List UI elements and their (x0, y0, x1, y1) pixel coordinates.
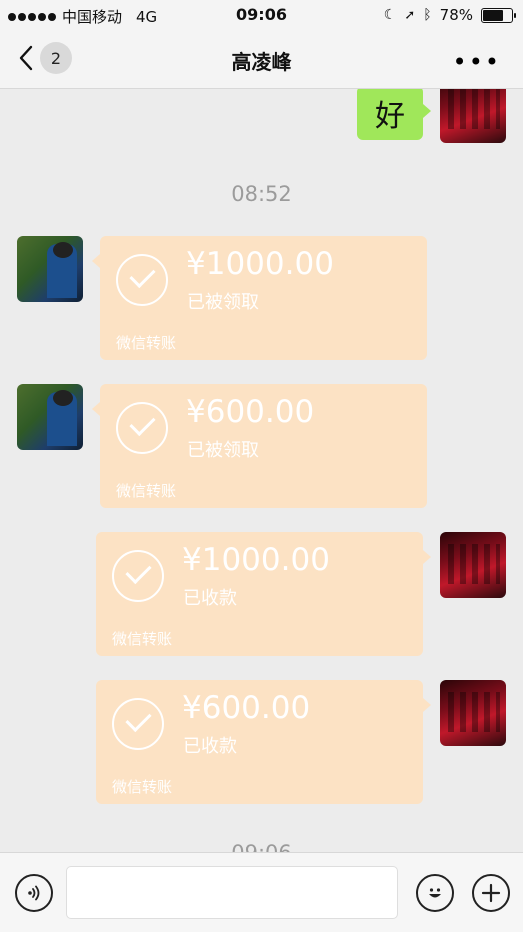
transfer-status: 已收款 (183, 588, 237, 609)
bluetooth-icon: ᛒ (423, 7, 432, 23)
contact-avatar[interactable] (17, 236, 83, 302)
timestamp: 09:06 (0, 841, 523, 852)
check-circle-icon (112, 698, 164, 750)
status-bar: 中国移动 4G 09:06 ☾ ➚ ᛒ 78% (0, 0, 523, 30)
transfer-status: 已被领取 (187, 440, 259, 461)
transfer-label: 微信转账 (116, 334, 177, 352)
my-avatar[interactable] (440, 680, 506, 746)
smiley-icon (429, 888, 441, 898)
contact-avatar[interactable] (17, 384, 83, 450)
more-button[interactable]: ••• (453, 48, 501, 76)
timestamp: 08:52 (231, 182, 292, 206)
location-arrow-icon: ➚ (404, 7, 416, 23)
battery-icon (481, 7, 516, 23)
transfer-amount: ¥1000.00 (186, 246, 334, 282)
check-circle-icon (112, 550, 164, 602)
my-avatar[interactable] (440, 89, 506, 143)
battery-fill (483, 9, 504, 21)
transfer-status: 已收款 (183, 736, 237, 757)
transfer-card[interactable]: ¥1000.00 已收款 微信转账 (96, 532, 431, 656)
status-right: ☾ ➚ ᛒ 78% (383, 6, 516, 24)
transfer-card[interactable]: ¥600.00 已收款 微信转账 (96, 680, 431, 804)
input-bar (0, 852, 523, 932)
transfer-status: 已被领取 (187, 292, 259, 313)
transfer-label: 微信转账 (112, 778, 173, 796)
transfer-amount: ¥600.00 (186, 394, 315, 430)
chat-area[interactable]: 好 08:52 ¥1000.00 已被领取 微信转账 ¥600.00 已被领取 … (0, 89, 523, 852)
transfer-label: 微信转账 (112, 630, 173, 648)
check-circle-icon (116, 254, 168, 306)
emoji-button[interactable] (416, 874, 454, 912)
text-message-bubble[interactable]: 好 (357, 89, 431, 140)
transfer-label: 微信转账 (116, 482, 177, 500)
check-circle-icon (116, 402, 168, 454)
transfer-card[interactable]: ¥600.00 已被领取 微信转账 (92, 384, 427, 508)
transfer-card[interactable]: ¥1000.00 已被领取 微信转账 (92, 236, 427, 360)
moon-icon: ☾ (383, 7, 397, 23)
add-button[interactable] (472, 874, 510, 912)
voice-icon (28, 885, 40, 901)
plus-icon (481, 883, 501, 903)
page-title: 高凌峰 (231, 50, 292, 74)
my-avatar[interactable] (440, 532, 506, 598)
voice-button[interactable] (15, 874, 53, 912)
message-input[interactable] (66, 866, 398, 919)
transfer-amount: ¥600.00 (182, 690, 311, 726)
transfer-amount: ¥1000.00 (182, 542, 330, 578)
battery-percent: 78% (439, 6, 473, 24)
message-text: 好 (375, 99, 405, 134)
nav-bar: 2 高凌峰 ••• (0, 30, 523, 89)
